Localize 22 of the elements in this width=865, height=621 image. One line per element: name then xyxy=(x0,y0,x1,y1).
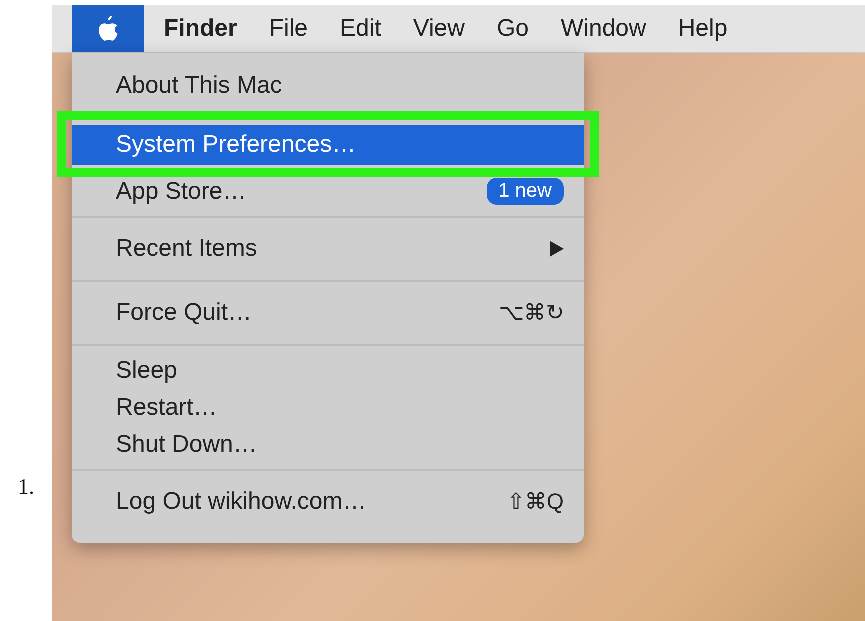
app-menu-title[interactable]: Finder xyxy=(144,14,254,42)
keyboard-shortcut: ⇧⌘Q xyxy=(506,489,564,515)
menu-item[interactable]: Recent Items xyxy=(72,224,584,274)
menu-bar-item[interactable]: Go xyxy=(480,14,545,42)
menu-item[interactable]: Sleep xyxy=(72,352,584,389)
menu-item[interactable]: Force Quit… ⌥⌘↻ xyxy=(72,288,584,338)
menu-bar-item[interactable]: Edit xyxy=(324,14,398,42)
menu-bar-item[interactable]: View xyxy=(397,14,481,42)
step-number: 1. xyxy=(17,474,34,500)
menu-bar-item[interactable]: File xyxy=(253,14,324,42)
menu-item[interactable]: Shut Down… xyxy=(72,426,584,463)
menu-item[interactable]: Restart… xyxy=(72,389,584,426)
menu-item[interactable]: Log Out wikihow.com… ⇧⌘Q xyxy=(72,477,584,527)
apple-logo-icon xyxy=(97,16,119,42)
menu-bar-item[interactable]: Window xyxy=(544,14,662,42)
menu-bar-item[interactable]: Help xyxy=(662,14,744,42)
update-badge: 1 new xyxy=(486,178,564,205)
menu-item[interactable]: About This Mac xyxy=(72,61,584,111)
menu-item[interactable]: System Preferences… xyxy=(72,125,584,165)
menu-item[interactable]: App Store… 1 new xyxy=(72,173,584,210)
keyboard-shortcut: ⌥⌘↻ xyxy=(499,300,564,326)
apple-menu-button[interactable] xyxy=(72,5,144,52)
